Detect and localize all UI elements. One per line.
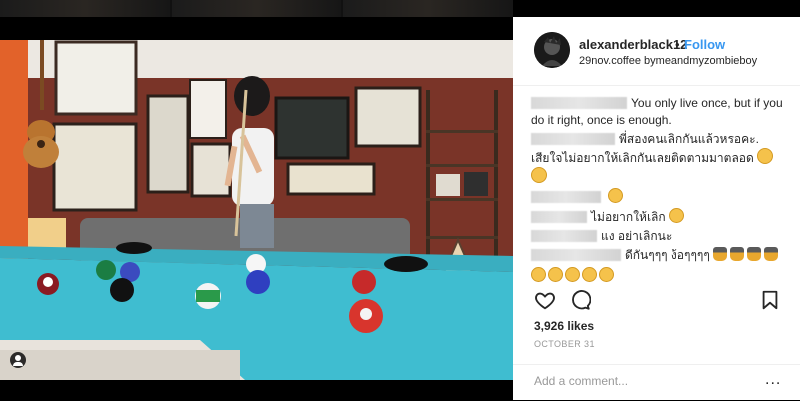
post-sidebar: alexanderblack12 • Follow 29nov.coffee b… — [513, 17, 800, 400]
comment-item: ไม่อยากให้เลิก — [531, 208, 783, 226]
blurred-username[interactable] — [531, 230, 597, 242]
comment-item: ดีกันๆๆๆ ง้อๆๆๆๆ — [531, 247, 783, 285]
sad-face-icon — [608, 188, 624, 203]
thumbnail[interactable] — [343, 0, 514, 17]
follow-button[interactable]: Follow — [684, 37, 725, 52]
praying-hands-icon — [764, 247, 779, 261]
comment-item: You only live once, but if you do it rig… — [531, 95, 783, 129]
sad-face-icon — [531, 167, 547, 183]
user-tag-icon[interactable] — [10, 352, 26, 368]
thumbnail[interactable] — [171, 0, 342, 17]
thumbnail[interactable] — [0, 0, 170, 17]
sad-face-icon — [757, 148, 774, 164]
blurred-username[interactable] — [531, 191, 601, 203]
add-comment-input[interactable]: Add a comment... — [534, 374, 628, 388]
comment-item: พี่สองคนเลิกกันแล้วหรอคะ. เสียใจไม่อยากใ… — [531, 131, 783, 186]
blurred-username[interactable] — [531, 249, 621, 261]
heart-icon[interactable] — [534, 289, 556, 311]
comment-text: ไม่อยากให้เลิก — [591, 210, 666, 224]
sad-face-icon — [669, 208, 685, 223]
location-link[interactable]: 29nov.coffee bymeandmyzombieboy — [579, 55, 757, 67]
comment-icon[interactable] — [569, 289, 592, 311]
praying-hands-icon — [747, 247, 762, 261]
post-actions — [513, 285, 800, 315]
username-link[interactable]: alexanderblack12 — [579, 37, 687, 52]
praying-hands-icon — [730, 247, 745, 261]
avatar[interactable] — [534, 32, 570, 68]
sad-face-icon — [548, 267, 563, 282]
sad-face-icon — [582, 267, 597, 282]
comment-item — [531, 188, 783, 206]
comment-list: You only live once, but if you do it rig… — [531, 95, 783, 287]
avatar-image — [534, 32, 570, 68]
emoji-row — [531, 267, 783, 285]
blurred-username[interactable] — [531, 211, 587, 223]
thumbnail-strip — [0, 0, 514, 17]
post-date[interactable]: OCTOBER 31 — [534, 339, 595, 349]
add-comment-bar: Add a comment... ... — [513, 364, 800, 401]
like-count[interactable]: 3,926 likes — [534, 319, 594, 333]
comment-text: แง อย่าเลิกนะ — [601, 229, 673, 243]
post-header: alexanderblack12 • Follow 29nov.coffee b… — [513, 17, 800, 86]
comment-text: ดีกันๆๆๆ ง้อๆๆๆๆ — [625, 248, 710, 262]
sad-face-icon — [531, 267, 546, 282]
blurred-username[interactable] — [531, 97, 627, 109]
more-options-icon[interactable]: ... — [765, 371, 781, 389]
billiards-scene — [0, 40, 513, 380]
post-photo[interactable] — [0, 40, 513, 380]
praying-hands-icon — [713, 247, 728, 261]
separator-dot: • — [675, 37, 680, 52]
sad-face-icon — [599, 267, 614, 282]
sad-face-icon — [565, 267, 580, 282]
bookmark-icon[interactable] — [759, 289, 781, 311]
blurred-username[interactable] — [531, 133, 615, 145]
comment-item: แง อย่าเลิกนะ — [531, 228, 783, 245]
